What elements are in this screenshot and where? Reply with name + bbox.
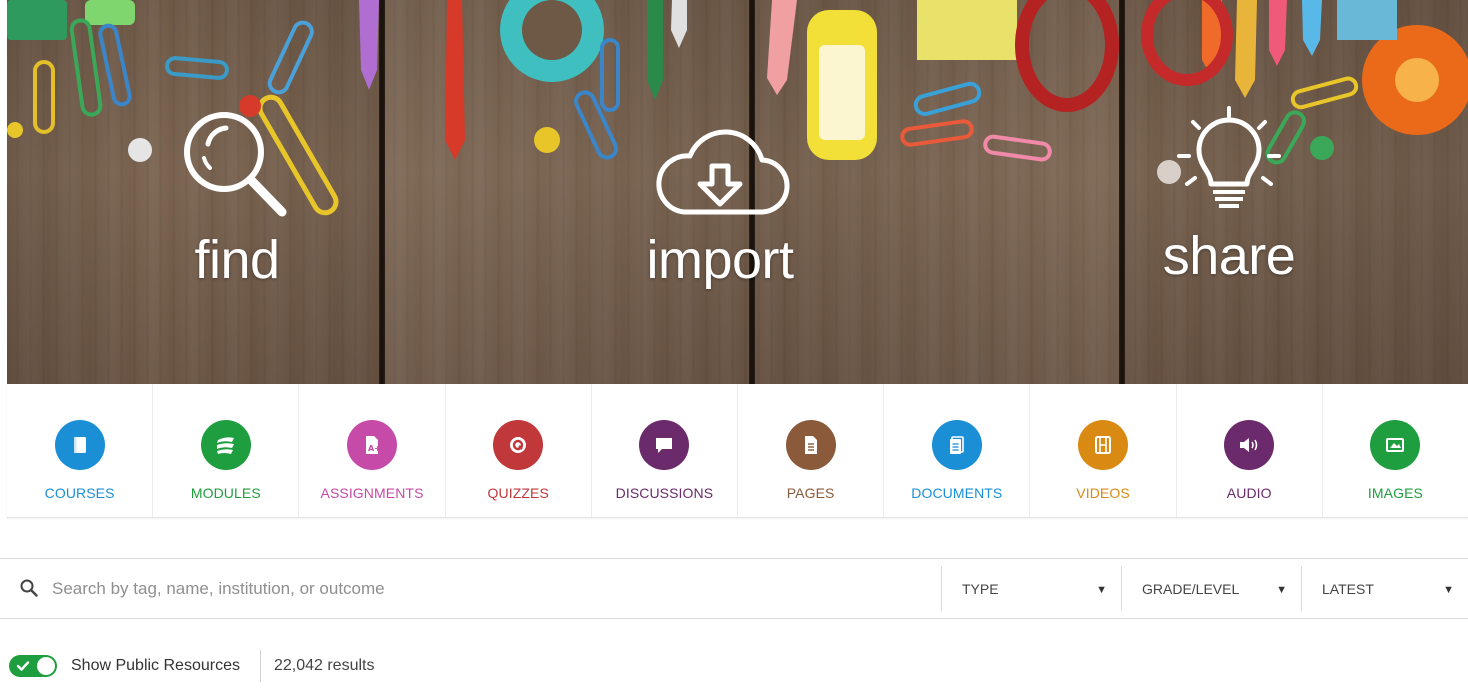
category-documents[interactable]: DOCUMENTS	[884, 384, 1031, 517]
book-icon	[54, 420, 105, 470]
type-dropdown[interactable]: TYPE ▼	[941, 566, 1121, 611]
category-label: MODULES	[190, 485, 261, 501]
chevron-down-icon: ▼	[1276, 584, 1287, 596]
image-icon	[1370, 420, 1421, 470]
document-icon	[931, 420, 982, 470]
cloud-download-icon	[656, 129, 790, 215]
category-videos[interactable]: VIDEOS	[1030, 384, 1177, 517]
category-courses[interactable]: COURSES	[7, 384, 154, 517]
show-public-label: Show Public Resources	[71, 657, 240, 674]
category-quizzes[interactable]: QUIZZES	[446, 384, 592, 517]
category-audio[interactable]: AUDIO	[1177, 384, 1323, 517]
category-label: IMAGES	[1367, 485, 1423, 501]
category-label: AUDIO	[1226, 485, 1272, 501]
category-images[interactable]: IMAGES	[1323, 384, 1468, 517]
search-field	[0, 559, 941, 618]
divider	[259, 650, 261, 682]
quiz-icon	[493, 420, 544, 470]
grade-level-dropdown[interactable]: GRADE/LEVEL ▼	[1121, 566, 1301, 611]
type-dropdown-label: TYPE	[962, 580, 999, 597]
category-label: QUIZZES	[487, 485, 549, 501]
hero-share-label: share	[1162, 226, 1296, 286]
category-label: ASSIGNMENTS	[320, 485, 424, 501]
hero-banner: find import share	[7, 0, 1468, 384]
hero-import-label: import	[646, 230, 794, 290]
category-label: COURSES	[44, 485, 115, 501]
grade-level-dropdown-label: GRADE/LEVEL	[1142, 580, 1240, 597]
hero-import: import	[590, 110, 850, 290]
chat-icon	[639, 420, 690, 470]
chevron-down-icon: ▼	[1443, 584, 1454, 596]
assignment-icon: A+	[347, 420, 397, 470]
chevron-down-icon: ▼	[1096, 584, 1107, 596]
search-bar: TYPE ▼ GRADE/LEVEL ▼ LATEST ▼	[0, 558, 1468, 619]
sort-dropdown[interactable]: LATEST ▼	[1301, 566, 1468, 611]
results-row: Show Public Resources 22,042 results	[9, 650, 374, 682]
category-label: DISCUSSIONS	[615, 485, 714, 501]
category-modules[interactable]: MODULES	[153, 384, 300, 517]
film-icon	[1078, 420, 1129, 470]
results-count: 22,042 results	[273, 657, 375, 674]
page-icon	[785, 420, 836, 470]
toggle-knob	[37, 657, 55, 675]
sort-dropdown-label: LATEST	[1322, 580, 1374, 597]
category-label: PAGES	[786, 485, 835, 501]
category-strip: COURSES MODULES A+ ASSIGNMENTS QUIZZES D…	[7, 384, 1468, 518]
category-assignments[interactable]: A+ ASSIGNMENTS	[299, 384, 446, 517]
stack-icon	[200, 420, 251, 470]
svg-text:A+: A+	[368, 444, 381, 453]
check-icon	[16, 661, 30, 671]
lightbulb-icon	[1177, 106, 1281, 208]
speaker-icon	[1224, 420, 1275, 470]
category-label: DOCUMENTS	[911, 485, 1003, 501]
magnifier-icon	[184, 112, 287, 217]
show-public-toggle[interactable]	[9, 655, 57, 677]
hero-find-label: find	[194, 230, 280, 290]
hero-find: find	[107, 110, 367, 290]
category-pages[interactable]: PAGES	[738, 384, 885, 517]
search-icon	[20, 579, 38, 597]
category-discussions[interactable]: DISCUSSIONS	[592, 384, 739, 517]
category-label: VIDEOS	[1076, 485, 1130, 501]
search-input[interactable]	[52, 568, 941, 609]
hero-share: share	[1099, 106, 1359, 286]
